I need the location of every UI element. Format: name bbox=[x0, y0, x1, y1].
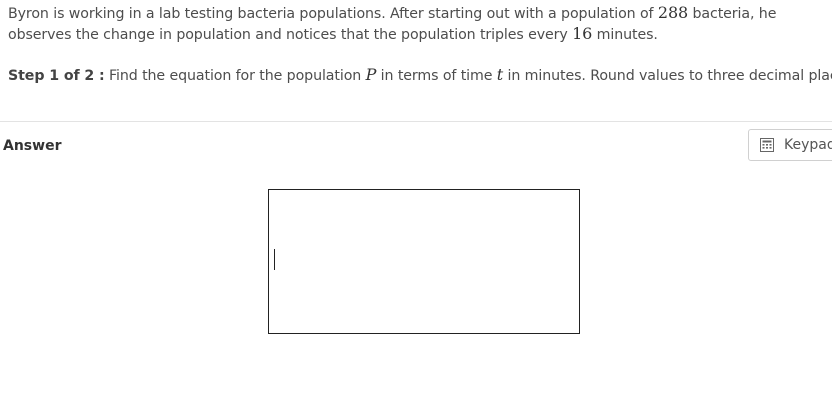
step-label: Step 1 of 2 : bbox=[8, 68, 105, 84]
keypad-button[interactable]: Keypad bbox=[748, 129, 832, 161]
step-instruction: Step 1 of 2 : Find the equation for the … bbox=[8, 65, 832, 86]
section-divider bbox=[0, 121, 832, 122]
text-cursor bbox=[274, 249, 275, 270]
problem-text-1: Byron is working in a lab testing bacter… bbox=[8, 6, 658, 22]
problem-text-3: minutes. bbox=[592, 27, 658, 43]
answer-label: Answer bbox=[3, 138, 62, 154]
step-text-3: in minutes. Round values to three decima… bbox=[503, 68, 832, 84]
initial-population-value: 288 bbox=[657, 3, 689, 22]
step-text-2: in terms of time bbox=[376, 68, 497, 84]
variable-p: P bbox=[365, 65, 377, 84]
answer-input[interactable] bbox=[268, 189, 580, 334]
problem-statement: Byron is working in a lab testing bacter… bbox=[8, 3, 823, 45]
step-text-1: Find the equation for the population bbox=[104, 68, 366, 84]
tripling-interval-value: 16 bbox=[572, 24, 593, 43]
calculator-icon bbox=[760, 138, 774, 152]
keypad-label: Keypad bbox=[784, 137, 832, 153]
